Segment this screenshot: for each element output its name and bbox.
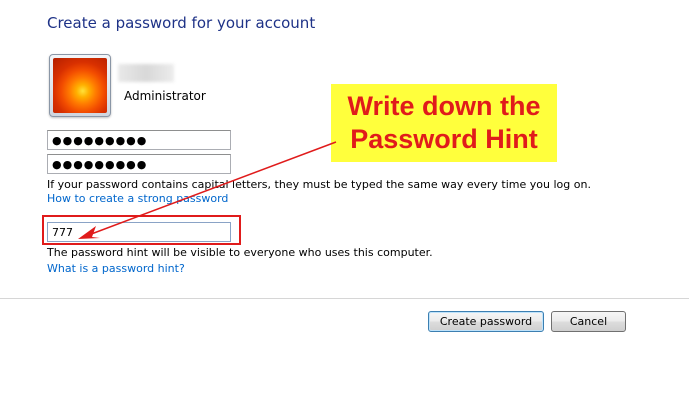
confirm-password-input[interactable]: [47, 154, 231, 174]
annotation-line-1: Write down the: [347, 91, 541, 121]
page-title: Create a password for your account: [47, 14, 316, 32]
annotation-callout: Write down the Password Hint: [331, 84, 557, 162]
capital-letters-note: If your password contains capital letter…: [47, 178, 591, 191]
blurred-full-name: [118, 64, 174, 82]
hint-visibility-note: The password hint will be visible to eve…: [47, 246, 433, 259]
new-password-input[interactable]: [47, 130, 231, 150]
account-username: Administrator: [124, 89, 206, 103]
strong-password-link[interactable]: How to create a strong password: [47, 192, 228, 205]
password-hint-help-link[interactable]: What is a password hint?: [47, 262, 185, 275]
flower-icon: [53, 58, 107, 113]
annotation-line-2: Password Hint: [350, 124, 538, 154]
password-hint-input[interactable]: [47, 222, 231, 242]
create-password-button[interactable]: Create password: [428, 311, 544, 332]
account-picture: [49, 54, 111, 117]
cancel-button[interactable]: Cancel: [551, 311, 626, 332]
footer-divider: [0, 298, 689, 299]
